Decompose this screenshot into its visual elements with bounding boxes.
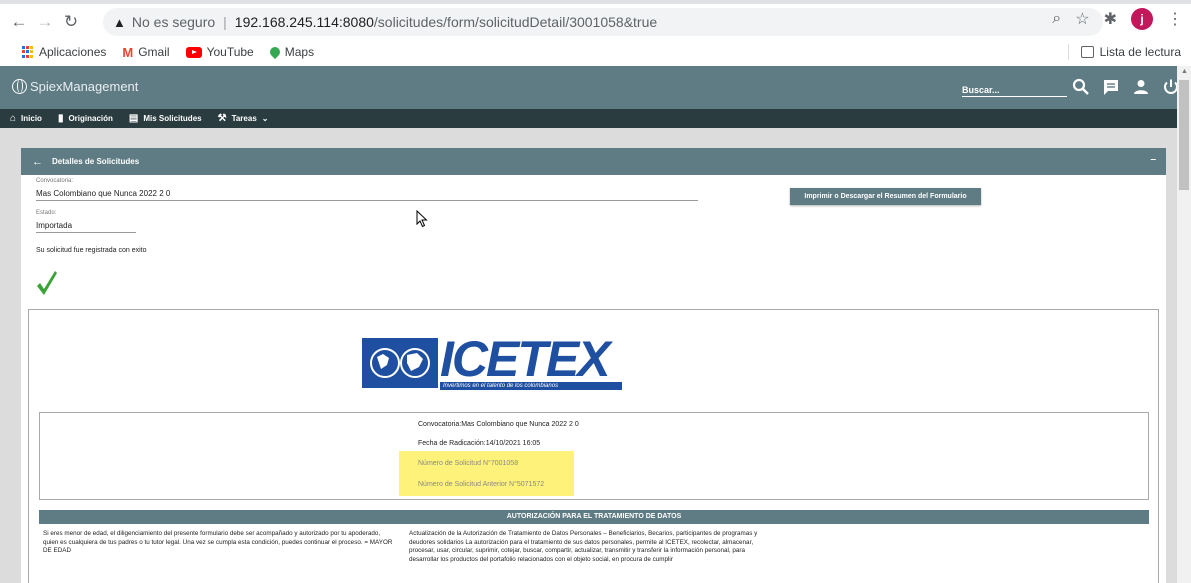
app-header: SpiexManagement: [0, 66, 1178, 109]
info-fecha: Fecha de Radicación:14/10/2021 16:05: [418, 440, 541, 447]
print-summary-button[interactable]: Imprimir o Descargar el Resumen del Form…: [790, 188, 981, 205]
scroll-thumb[interactable]: [1179, 80, 1189, 190]
zoom-icon[interactable]: ⌕: [1052, 10, 1061, 28]
convocatoria-value[interactable]: Mas Colombiano que Nunca 2022 2 0: [36, 189, 170, 198]
bookmark-gmail[interactable]: M Gmail: [122, 45, 169, 60]
tab-strip: [0, 0, 1191, 4]
search-icon[interactable]: [1070, 76, 1092, 98]
bookmark-maps[interactable]: Maps: [267, 44, 315, 60]
bookmark-label: YouTube: [206, 45, 254, 59]
warning-icon: ▲: [113, 14, 126, 30]
maps-icon: [267, 44, 282, 60]
document-icon: ▮: [57, 113, 64, 124]
page-scrollbar[interactable]: ▲: [1177, 66, 1191, 583]
success-message: Su solicitud fue registrada con exito: [36, 247, 147, 254]
application-summary: ICETEX Invertimos en el talento de los c…: [28, 309, 1159, 583]
info-numero-anterior: Número de Solicitud Anterior N°5071572: [418, 481, 545, 488]
url-host: 192.168.245.114:8080: [234, 14, 374, 30]
icetex-logo: ICETEX Invertimos en el talento de los c…: [362, 334, 628, 390]
request-info-box: Convocatoria:Mas Colombiano que Nunca 20…: [39, 412, 1149, 500]
panel-header: ← Detalles de Solicitudes –: [21, 148, 1166, 175]
scroll-up-icon[interactable]: ▲: [1181, 68, 1188, 75]
youtube-icon: [185, 46, 202, 58]
world-map-icon: [362, 338, 438, 388]
auth-minor-notice: Si eres menor de edad, el diligenciamien…: [43, 530, 393, 554]
nav-label: Inicio: [21, 114, 42, 123]
main-nav: ⌂ Inicio ▮ Originación ▤ Mis Solicitudes…: [0, 109, 1177, 128]
gmail-icon: M: [122, 44, 134, 60]
estado-label: Estado:: [36, 210, 57, 216]
profile-avatar[interactable]: j: [1131, 8, 1153, 30]
estado-underline: [36, 232, 136, 233]
menu-dots-icon[interactable]: ⋮: [1167, 9, 1183, 29]
divider: [1067, 44, 1069, 60]
nav-label: Tareas: [231, 114, 257, 123]
panel-body: Convocatoria: Mas Colombiano que Nunca 2…: [21, 175, 1166, 583]
reload-icon[interactable]: ↻: [58, 9, 84, 35]
bookmark-label: Gmail: [138, 45, 170, 59]
info-numero-solicitud: Número de Solicitud N°7001058: [418, 460, 519, 467]
nav-item-mis-solicitudes[interactable]: ▤ Mis Solicitudes: [129, 113, 202, 124]
back-icon[interactable]: ←: [30, 154, 45, 169]
nav-item-inicio[interactable]: ⌂ Inicio: [10, 113, 42, 124]
user-icon[interactable]: [1130, 76, 1152, 98]
mouse-cursor-icon: [416, 210, 428, 228]
auth-data-policy: Actualización de la Autorización de Trat…: [409, 530, 758, 563]
globe-icon: [12, 79, 27, 94]
checkmark-icon: [37, 271, 57, 295]
extensions-icon[interactable]: ✱: [1104, 9, 1117, 29]
convocatoria-underline: [36, 200, 698, 201]
back-arrow-icon[interactable]: ←: [6, 9, 32, 35]
bookmark-label: Maps: [284, 45, 315, 59]
url-separator: |: [223, 14, 227, 30]
nav-item-tareas[interactable]: ⚒ Tareas ⌄: [218, 113, 269, 124]
folder-icon: ▤: [128, 113, 139, 124]
nav-label: Mis Solicitudes: [143, 114, 202, 123]
url-path: /solicitudes/form/solicitudDetail/300105…: [373, 14, 658, 30]
brand-name: SpiexManagement: [30, 79, 139, 94]
icetex-wordmark: ICETEX: [440, 331, 611, 387]
reading-list-icon: [1080, 46, 1094, 58]
estado-value[interactable]: Importada: [36, 221, 72, 230]
reading-list[interactable]: Lista de lectura: [1067, 44, 1181, 60]
home-icon: ⌂: [10, 113, 17, 124]
info-convocatoria: Convocatoria:Mas Colombiano que Nunca 20…: [418, 421, 579, 428]
nav-label: Originación: [68, 114, 113, 123]
address-row: ← → ↻ ▲ No es seguro | 192.168.245.114:8…: [0, 6, 1191, 38]
search-input[interactable]: [962, 85, 1067, 95]
bookmark-apps[interactable]: Aplicaciones: [22, 45, 106, 59]
bookmarks-bar: Aplicaciones M Gmail YouTube Maps: [0, 40, 1191, 64]
nav-item-originacion[interactable]: ▮ Originación: [58, 113, 113, 124]
highlight-mark: [399, 451, 574, 496]
search-field: [962, 80, 1067, 97]
security-status: No es seguro: [131, 14, 216, 30]
forward-arrow-icon[interactable]: →: [32, 9, 58, 35]
chevron-down-icon: ⌄: [261, 114, 269, 123]
brand-logo[interactable]: SpiexManagement: [12, 79, 138, 94]
bookmark-label: Aplicaciones: [39, 45, 107, 59]
reading-list-label: Lista de lectura: [1099, 45, 1181, 59]
convocatoria-label: Convocatoria:: [36, 178, 74, 184]
message-icon[interactable]: [1100, 76, 1122, 98]
apps-grid-icon: [22, 46, 34, 58]
auth-section-title: AUTORIZACIÓN PARA EL TRATAMIENTO DE DATO…: [39, 510, 1149, 524]
wrench-icon: ⚒: [217, 113, 227, 124]
content-area: ← Detalles de Solicitudes – Convocatoria…: [0, 128, 1177, 583]
address-bar[interactable]: ▲ No es seguro | 192.168.245.114:8080/so…: [103, 8, 1103, 36]
star-icon[interactable]: ☆: [1075, 9, 1089, 29]
browser-chrome: ← → ↻ ▲ No es seguro | 192.168.245.114:8…: [0, 0, 1191, 66]
panel-title: Detalles de Solicitudes: [52, 157, 140, 166]
bookmark-youtube[interactable]: YouTube: [185, 45, 254, 59]
minimize-icon[interactable]: –: [1150, 154, 1156, 165]
icetex-tagline: Invertimos en el talento de los colombia…: [440, 382, 622, 390]
